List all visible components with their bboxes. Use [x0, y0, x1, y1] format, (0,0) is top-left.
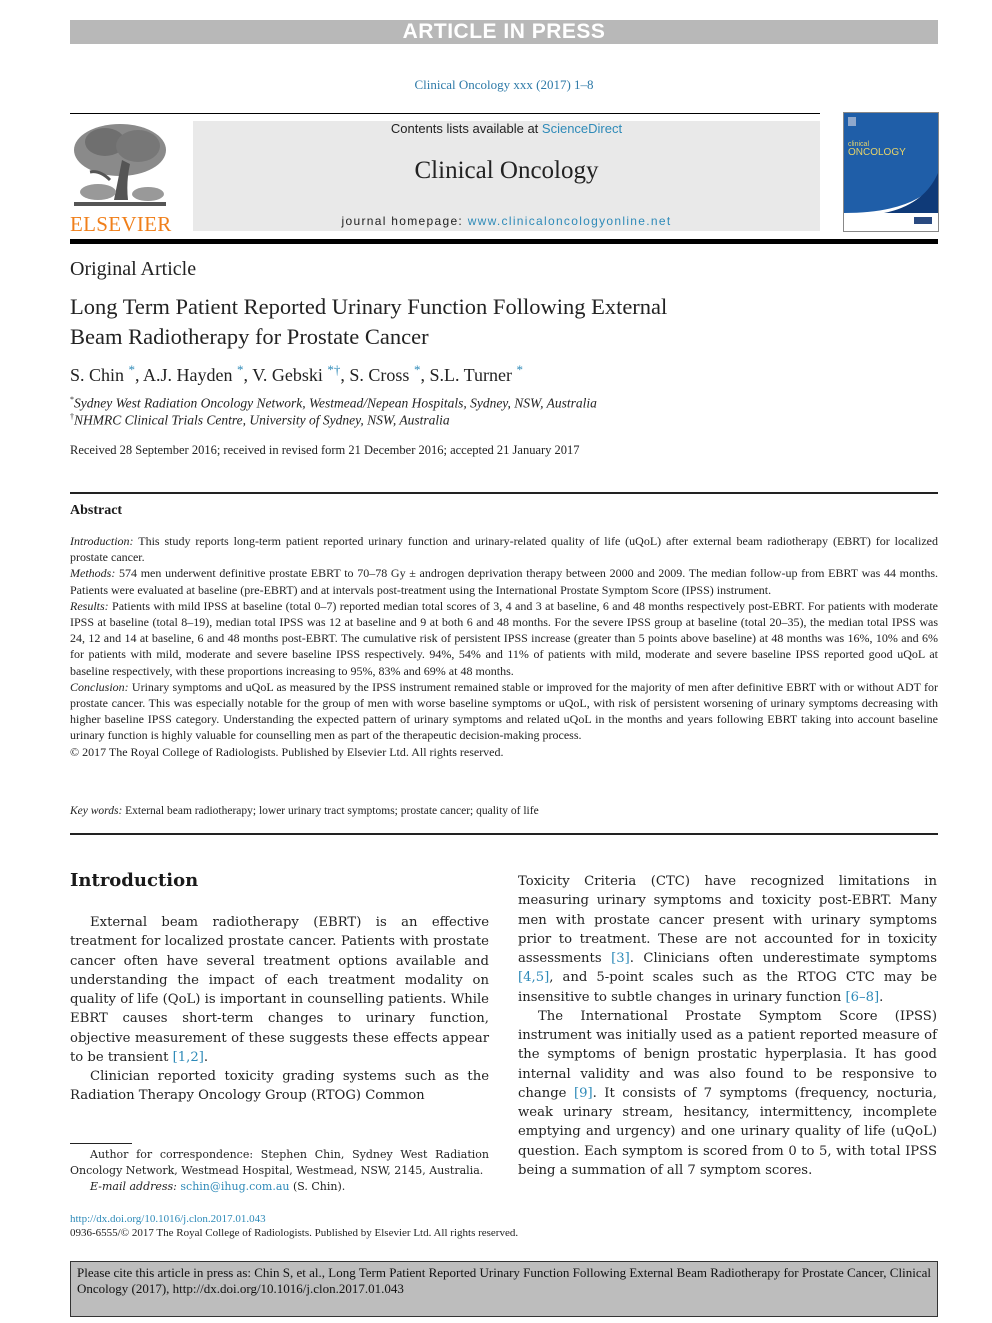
journal-reference-link[interactable]: Clinical Oncology xxx (2017) 1–8 [0, 77, 992, 93]
cover-title-big: ONCOLOGY [848, 147, 906, 158]
author-name[interactable]: S.L. Turner [429, 365, 512, 385]
email-link[interactable]: schin@ihug.com.au [180, 1180, 289, 1193]
paragraph-text: External beam radiotherapy (EBRT) is an … [70, 915, 489, 1065]
abstract-top-rule [70, 492, 938, 494]
journal-cover-image: clinical ONCOLOGY [844, 113, 938, 231]
correspondence-text: Author for correspondence: Stephen Chin,… [70, 1148, 489, 1177]
paragraph-text: . [203, 1049, 209, 1065]
abstract-section-label: Results: [70, 598, 109, 613]
author-name[interactable]: S. Chin [70, 365, 124, 385]
affiliation: †NHMRC Clinical Trials Centre, Universit… [70, 412, 450, 429]
article-title-line-2: Beam Radiotherapy for Prostate Cancer [70, 324, 429, 349]
article-title: Long Term Patient Reported Urinary Funct… [70, 292, 810, 352]
article-history-dates: Received 28 September 2016; received in … [70, 443, 580, 457]
elsevier-wordmark: ELSEVIER [70, 212, 172, 236]
author-name[interactable]: S. Cross [349, 365, 409, 385]
journal-name: Clinical Oncology [414, 157, 599, 184]
elsevier-logo[interactable]: ELSEVIER [70, 120, 172, 236]
footer-copyright: 0936-6555/© 2017 The Royal College of Ra… [70, 1227, 519, 1239]
affiliation: *Sydney West Radiation Oncology Network,… [70, 395, 597, 412]
journal-masthead: Contents lists available at ScienceDirec… [193, 121, 820, 231]
citation-link[interactable]: [1,2] [173, 1050, 204, 1065]
citation-link[interactable]: [4,5] [518, 970, 549, 985]
abstract-section-label: Conclusion: [70, 679, 129, 694]
contents-available-line: Contents lists available at ScienceDirec… [193, 121, 820, 137]
masthead-bottom-rule [70, 239, 938, 244]
paragraph-text: . Clinicians often underestimate symptom… [629, 951, 937, 966]
homepage-link[interactable]: www.clinicaloncologyonline.net [468, 214, 672, 228]
abstract-bottom-rule [70, 833, 938, 835]
author-affiliation-mark[interactable]: * [129, 362, 136, 377]
email-label: E-mail address: [90, 1180, 177, 1193]
body-column-right: Toxicity Criteria (CTC) have recognized … [518, 872, 937, 1180]
article-title-line-1: Long Term Patient Reported Urinary Funct… [70, 294, 668, 319]
abstract-section-label: Methods: [70, 566, 116, 581]
journal-homepage-line: journal homepage: www.clinicaloncologyon… [193, 214, 820, 228]
sciencedirect-link[interactable]: ScienceDirect [542, 121, 622, 136]
footnote-divider [70, 1143, 132, 1144]
citation-link[interactable]: [9] [574, 1086, 593, 1101]
header-divider [70, 113, 820, 114]
correspondence-footnote: Author for correspondence: Stephen Chin,… [70, 1147, 489, 1195]
keywords-label: Key words: [70, 805, 123, 817]
author-name[interactable]: A.J. Hayden [143, 365, 232, 385]
abstract-section-methods: Methods: 574 men underwent definitive pr… [70, 565, 938, 597]
body-column-left: External beam radiotherapy (EBRT) is an … [70, 913, 489, 1106]
article-in-press-banner: ARTICLE IN PRESS [70, 20, 938, 44]
abstract-section-introduction: Introduction: This study reports long-te… [70, 533, 938, 565]
citation-box: Please cite this article in press as: Ch… [70, 1261, 938, 1317]
affiliation-text: NHMRC Clinical Trials Centre, University… [74, 412, 450, 428]
author-affiliation-mark[interactable]: *† [327, 362, 340, 377]
email-line: E-mail address: schin@ihug.com.au (S. Ch… [70, 1179, 489, 1195]
contents-prefix: Contents lists available at [390, 121, 542, 136]
paragraph-text: . [879, 989, 884, 1005]
body-paragraph: Clinician reported toxicity grading syst… [70, 1069, 489, 1104]
abstract-section-text: 574 men underwent definitive prostate EB… [70, 566, 938, 597]
citation-text: Please cite this article in press as: Ch… [77, 1265, 931, 1296]
body-paragraph: Toxicity Criteria (CTC) have recognized … [518, 872, 937, 1007]
abstract-section-text: Urinary symptoms and uQoL as measured by… [70, 679, 938, 743]
author-affiliation-mark[interactable]: * [414, 362, 421, 377]
body-paragraph: External beam radiotherapy (EBRT) is an … [70, 913, 489, 1067]
affiliation-text: Sydney West Radiation Oncology Network, … [74, 395, 597, 411]
email-suffix: (S. Chin). [289, 1180, 346, 1193]
homepage-prefix: journal homepage: [341, 214, 468, 228]
citation-link[interactable]: [6–8] [845, 990, 879, 1005]
journal-cover-thumbnail[interactable]: clinical ONCOLOGY [843, 112, 939, 232]
elsevier-tree-icon [70, 120, 170, 212]
author-name[interactable]: V. Gebski [252, 365, 323, 385]
abstract-body: Introduction: This study reports long-te… [70, 533, 938, 760]
body-paragraph: The International Prostate Symptom Score… [518, 1007, 937, 1180]
section-heading-introduction: Introduction [70, 870, 199, 891]
abstract-section-text: Patients with mild IPSS at baseline (tot… [70, 598, 938, 678]
abstract-copyright: © 2017 The Royal College of Radiologists… [70, 744, 504, 759]
abstract-section-text: This study reports long-term patient rep… [70, 534, 938, 565]
keywords: Key words: External beam radiotherapy; l… [70, 805, 539, 817]
keywords-text: External beam radiotherapy; lower urinar… [122, 805, 539, 817]
author-affiliation-mark[interactable]: * [516, 362, 523, 377]
author-affiliation-mark[interactable]: * [237, 362, 244, 377]
doi-link[interactable]: http://dx.doi.org/10.1016/j.clon.2017.01… [70, 1213, 266, 1225]
author-list: S. Chin *, A.J. Hayden *, V. Gebski *†, … [70, 362, 523, 385]
abstract-heading: Abstract [70, 503, 123, 518]
abstract-section-results: Results: Patients with mild IPSS at base… [70, 598, 938, 679]
citation-link[interactable]: [3] [611, 951, 630, 966]
article-type: Original Article [70, 258, 197, 280]
abstract-section-label: Introduction: [70, 534, 134, 548]
abstract-section-conclusion: Conclusion: Urinary symptoms and uQoL as… [70, 679, 938, 744]
